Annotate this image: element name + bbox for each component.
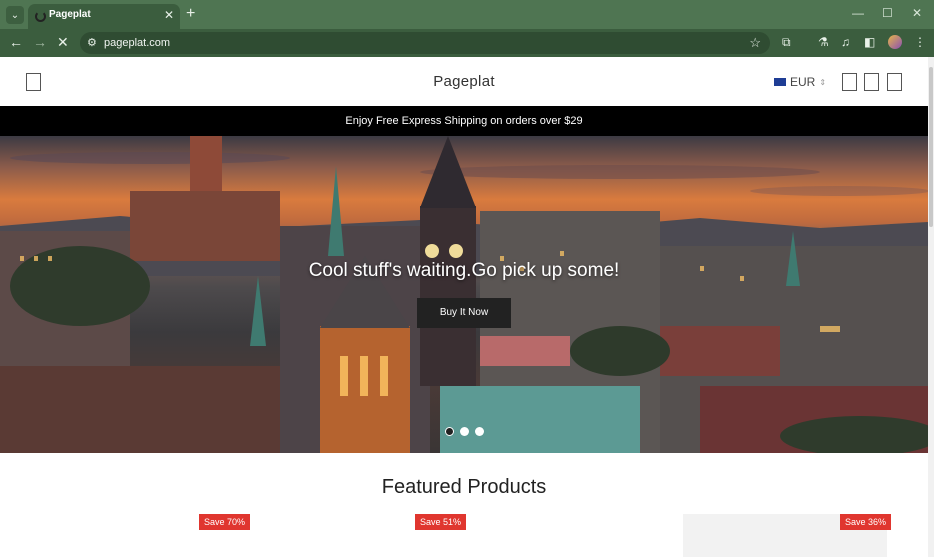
hero-title: Cool stuff's waiting.Go pick up some! xyxy=(308,260,620,281)
labs-icon[interactable]: ⚗ xyxy=(818,35,829,49)
tab-search-icon[interactable]: ⌄ xyxy=(6,6,24,24)
plus-icon[interactable]: + xyxy=(186,5,195,23)
sale-badge: Save 51% xyxy=(415,514,467,530)
search-icon[interactable] xyxy=(842,73,857,91)
side-panel-icon[interactable]: ◧ xyxy=(864,35,875,49)
window-close-icon[interactable]: ✕ xyxy=(912,6,922,20)
announcement-bar: Enjoy Free Express Shipping on orders ov… xyxy=(0,106,928,136)
media-icon[interactable]: ♫ xyxy=(841,35,850,49)
url-text[interactable]: pageplat.com xyxy=(104,37,170,49)
sale-badge: Save 36% xyxy=(840,514,892,530)
maximize-icon[interactable]: ☐ xyxy=(882,6,893,20)
address-bar[interactable]: ⚙ pageplat.com ☆ xyxy=(80,32,770,54)
star-icon[interactable]: ☆ xyxy=(749,35,761,51)
close-icon[interactable]: ✕ xyxy=(164,8,174,22)
profile-avatar[interactable] xyxy=(888,35,902,49)
chevron-updown-icon: ⇕ xyxy=(819,77,827,87)
minimize-icon[interactable]: — xyxy=(852,6,864,20)
web-page: Pageplat EUR ⇕ Enjoy Free Express Shippi… xyxy=(0,57,928,557)
site-info-icon[interactable]: ⚙ xyxy=(87,36,97,49)
forward-arrow-icon[interactable]: → xyxy=(33,34,47,50)
city-skyline-image xyxy=(0,136,928,453)
account-icon[interactable] xyxy=(864,73,879,91)
scrollbar[interactable] xyxy=(928,57,934,557)
featured-products-heading: Featured Products xyxy=(381,476,547,498)
extensions-icon[interactable]: ⧉ xyxy=(782,35,791,50)
kebab-menu-icon[interactable]: ⋮ xyxy=(914,35,926,49)
currency-label: EUR xyxy=(790,75,816,89)
browser-tab[interactable]: Pageplat ✕ xyxy=(28,4,180,29)
back-arrow-icon[interactable]: ← xyxy=(9,34,23,50)
site-header: Pageplat EUR ⇕ xyxy=(0,57,928,106)
slide-dot-3[interactable] xyxy=(475,427,484,436)
cart-icon[interactable] xyxy=(887,73,902,91)
stop-loading-icon[interactable]: ✕ xyxy=(57,34,69,51)
currency-selector[interactable]: EUR ⇕ xyxy=(774,75,826,89)
slide-dot-2[interactable] xyxy=(460,427,469,436)
sale-badge: Save 70% xyxy=(199,514,251,530)
browser-titlebar: ⌄ Pageplat ✕ + — ☐ ✕ xyxy=(0,0,934,29)
hero-banner: Cool stuff's waiting.Go pick up some! Bu… xyxy=(0,136,928,453)
slide-dot-1[interactable] xyxy=(445,427,454,436)
browser-toolbar: ← → ✕ ⚙ pageplat.com ☆ ⧉ ⚗ ♫ ◧ ⋮ xyxy=(0,29,934,57)
eu-flag-icon xyxy=(774,78,786,86)
tab-title: Pageplat xyxy=(49,9,91,20)
product-image[interactable] xyxy=(95,514,299,557)
scrollbar-thumb[interactable] xyxy=(929,67,933,227)
favicon-loading-icon xyxy=(35,11,46,22)
buy-it-now-button[interactable]: Buy It Now xyxy=(417,298,511,328)
